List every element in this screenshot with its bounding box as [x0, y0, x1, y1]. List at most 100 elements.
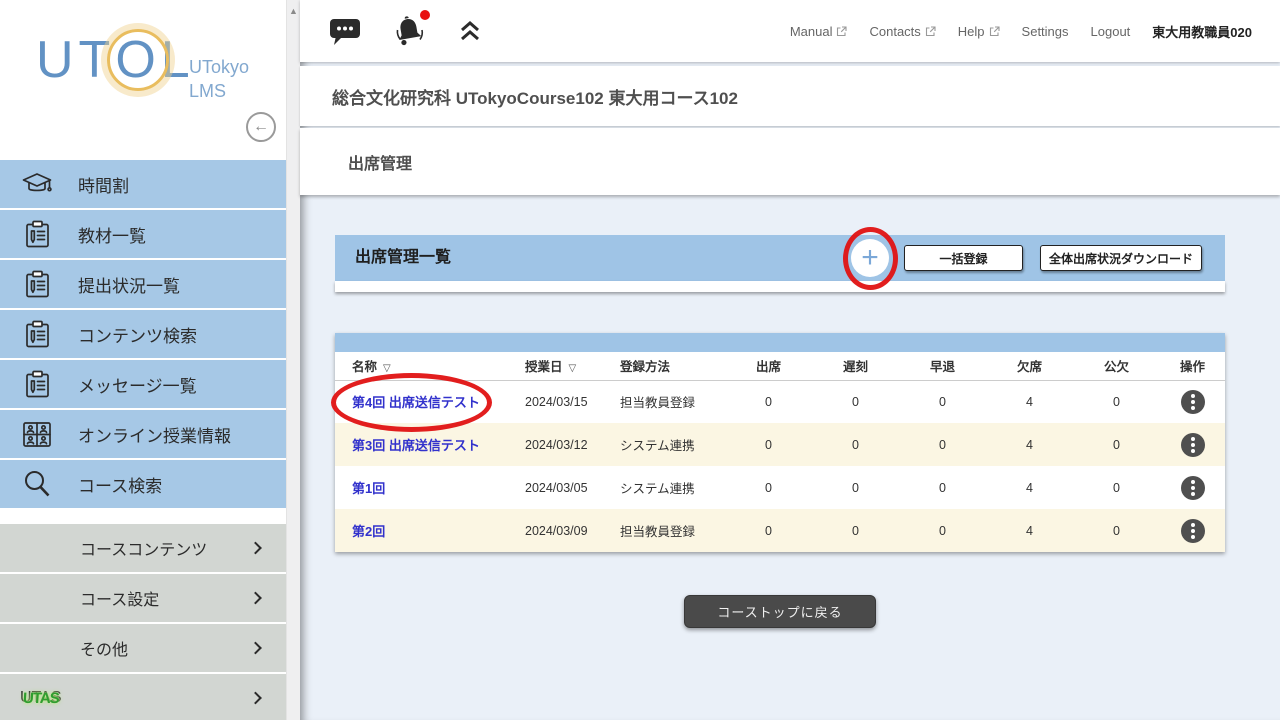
- sidebar-item-utas[interactable]: UTASUTAS: [0, 674, 286, 720]
- column-header-label: 公欠: [1104, 360, 1129, 374]
- sidebar: UTOL UTokyo LMS ← 時間割教材一覧提出状況一覧コンテンツ検索メッ…: [0, 0, 286, 720]
- cell-actions: [1160, 380, 1225, 423]
- column-header: 操作: [1160, 352, 1225, 380]
- topbar-link-label: Contacts: [869, 24, 920, 39]
- cell-late: 0: [812, 423, 899, 466]
- online-class-icon: [18, 421, 56, 448]
- topbar-link-label: Help: [958, 24, 985, 39]
- attendance-name-link[interactable]: 第4回 出席送信テスト: [352, 395, 480, 410]
- chevron-right-icon: [249, 642, 262, 655]
- cell-date: 2024/03/15: [525, 380, 620, 423]
- logo-o-ring: O: [115, 34, 160, 86]
- column-header[interactable]: 授業日 ▽: [525, 352, 620, 380]
- sidebar-item-content-search[interactable]: コンテンツ検索: [0, 310, 286, 358]
- column-header-label: 遅刻: [843, 360, 868, 374]
- sidebar-item-submissions[interactable]: 提出状況一覧: [0, 260, 286, 308]
- table-row: 第4回 出席送信テスト2024/03/15担当教員登録00040: [335, 380, 1225, 423]
- main-content: Manual Contacts Help Settings Logout 東大用教職員02…: [300, 0, 1280, 720]
- sidebar-item-messages[interactable]: メッセージ一覧: [0, 360, 286, 408]
- external-link-icon: [836, 26, 847, 37]
- topbar-link-help[interactable]: Help: [958, 24, 1000, 39]
- chevron-right-icon: [249, 542, 262, 555]
- column-header-label: 登録方法: [620, 360, 670, 374]
- utas-logo-icon: UTAS: [22, 690, 60, 707]
- cell-absent: 4: [986, 509, 1073, 552]
- column-header-label: 操作: [1180, 360, 1205, 374]
- column-header: 早退: [899, 352, 986, 380]
- cell-present: 0: [725, 509, 812, 552]
- page-scrollbar[interactable]: ▲: [286, 0, 300, 720]
- course-title-bar: 総合文化研究科 UTokyoCourse102 東大用コース102: [300, 66, 1280, 126]
- cell-late: 0: [812, 466, 899, 509]
- sidebar-item-online-class[interactable]: オンライン授業情報: [0, 410, 286, 458]
- add-attendance-button[interactable]: +: [851, 239, 889, 277]
- row-actions-kebab-button[interactable]: [1181, 433, 1205, 457]
- attendance-name-link[interactable]: 第2回: [352, 524, 385, 539]
- attendance-table: 名称▽授業日 ▽ 登録方法 出席 遅刻 早退欠席 公欠 操作 第4回 出席送信テスト 2024/…: [335, 352, 1225, 552]
- attendance-table-panel: 名称▽授業日 ▽ 登録方法 出席 遅刻 早退欠席 公欠 操作 第4回 出席送信テスト 2024/…: [335, 333, 1225, 552]
- user-name: 東大用教職員020: [1152, 22, 1252, 41]
- download-attendance-button[interactable]: 全体出席状況ダウンロード: [1040, 245, 1202, 271]
- topbar-link-manual[interactable]: Manual: [790, 24, 848, 39]
- topbar-link-settings[interactable]: Settings: [1022, 24, 1069, 39]
- topbar-link-contacts[interactable]: Contacts: [869, 24, 935, 39]
- cell-method: 担当教員登録: [620, 380, 725, 423]
- materials-icon: [18, 370, 56, 399]
- cell-early: 0: [899, 380, 986, 423]
- attendance-panel-header: 出席管理一覧 + 一括登録 全体出席状況ダウンロード: [335, 235, 1225, 281]
- cell-early: 0: [899, 466, 986, 509]
- topbar-link-label: Manual: [790, 24, 833, 39]
- materials-icon: [18, 320, 56, 349]
- sort-icon[interactable]: ▽: [383, 363, 391, 374]
- cell-present: 0: [725, 423, 812, 466]
- attendance-table-topbar: [335, 333, 1225, 352]
- bulk-register-button[interactable]: 一括登録: [904, 245, 1023, 271]
- cell-absent: 4: [986, 380, 1073, 423]
- utol-logo[interactable]: UTOL: [36, 34, 195, 86]
- external-link-icon: [925, 26, 936, 37]
- column-header: 欠席: [986, 352, 1073, 380]
- row-actions-kebab-button[interactable]: [1181, 390, 1205, 414]
- scroll-up-icon[interactable]: ▲: [287, 0, 300, 16]
- section-title-bar: 出席管理: [300, 128, 1280, 195]
- back-to-course-top-button[interactable]: コーストップに戻る: [684, 595, 876, 628]
- course-title: 総合文化研究科 UTokyoCourse102 東大用コース102: [332, 84, 738, 109]
- sidebar-collapse-button[interactable]: ←: [246, 112, 276, 142]
- column-header: 出席: [725, 352, 812, 380]
- cell-name: 第4回 出席送信テスト: [335, 380, 525, 423]
- cell-date: 2024/03/05: [525, 466, 620, 509]
- column-header-label: 授業日: [525, 360, 563, 374]
- row-actions-kebab-button[interactable]: [1181, 476, 1205, 500]
- cell-date: 2024/03/09: [525, 509, 620, 552]
- cell-present: 0: [725, 466, 812, 509]
- sidebar-item-label: コース検索: [78, 472, 162, 497]
- sidebar-item-label: 教材一覧: [78, 222, 146, 247]
- sidebar-item-course-search[interactable]: コース検索: [0, 460, 286, 508]
- notifications-bell-icon[interactable]: [392, 14, 428, 48]
- topbar: Manual Contacts Help Settings Logout 東大用教職員02…: [300, 0, 1280, 62]
- logo-subtitle: UTokyo LMS: [189, 55, 249, 104]
- table-row: 第2回2024/03/09担当教員登録00040: [335, 509, 1225, 552]
- attendance-panel-title: 出席管理一覧: [355, 235, 451, 281]
- cell-actions: [1160, 423, 1225, 466]
- sidebar-item-course-contents[interactable]: コースコンテンツ: [0, 524, 286, 572]
- sidebar-item-others[interactable]: その他: [0, 624, 286, 672]
- sidebar-item-timetable[interactable]: 時間割: [0, 160, 286, 208]
- topbar-icons: [328, 0, 482, 62]
- sidebar-item-label: その他: [80, 636, 128, 660]
- chevron-right-icon: [249, 692, 262, 705]
- attendance-name-link[interactable]: 第1回: [352, 481, 385, 496]
- row-actions-kebab-button[interactable]: [1181, 519, 1205, 543]
- topbar-links: Manual Contacts Help Settings Logout 東大用教職員02…: [790, 0, 1252, 62]
- sort-icon[interactable]: ▽: [569, 363, 577, 374]
- attendance-name-link[interactable]: 第3回 出席送信テスト: [352, 438, 480, 453]
- sidebar-item-materials[interactable]: 教材一覧: [0, 210, 286, 258]
- collapse-topbar-icon[interactable]: [458, 19, 482, 43]
- column-header[interactable]: 名称▽: [335, 352, 525, 380]
- sidebar-item-course-settings[interactable]: コース設定: [0, 574, 286, 622]
- sidebar-item-label: 提出状況一覧: [78, 272, 180, 297]
- messages-icon[interactable]: [328, 16, 362, 46]
- sidebar-item-label: オンライン授業情報: [78, 422, 231, 447]
- sidebar-item-label: メッセージ一覧: [78, 372, 197, 397]
- topbar-link-logout[interactable]: Logout: [1091, 24, 1131, 39]
